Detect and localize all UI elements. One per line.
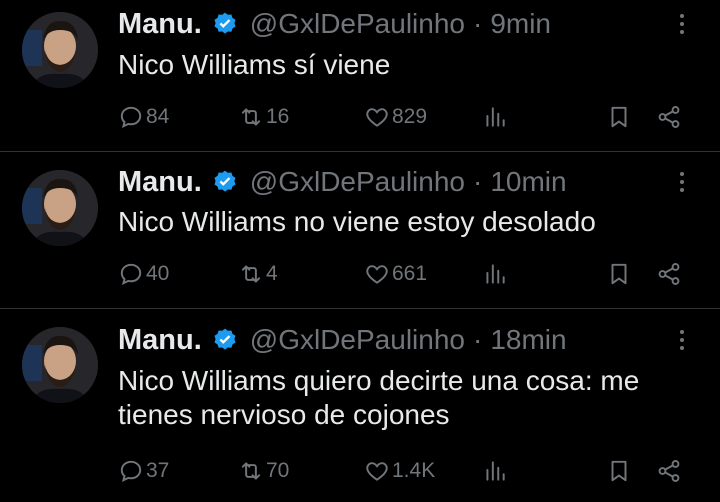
reply-button[interactable]: 84 <box>118 100 169 134</box>
verified-icon <box>212 169 238 195</box>
like-icon <box>366 108 388 127</box>
avatar[interactable] <box>22 327 98 403</box>
tweet-text: Nico Williams no viene estoy desolado <box>118 206 596 237</box>
retweet-count: 16 <box>266 105 290 128</box>
more-icon[interactable] <box>670 322 694 358</box>
tweet-text: Nico Williams sí viene <box>118 49 391 80</box>
retweet-button[interactable]: 70 <box>238 454 289 488</box>
share-icon <box>658 263 680 285</box>
views-button[interactable] <box>482 100 508 134</box>
bookmark-button[interactable] <box>606 454 632 488</box>
separator-dot: · <box>472 8 483 39</box>
share-icon <box>658 106 680 128</box>
timeline-feed: Manu. @GxlDePaulinho · 9min Nico William… <box>0 0 720 502</box>
share-button[interactable] <box>656 454 682 488</box>
reply-icon <box>120 106 142 128</box>
more-icon[interactable] <box>670 6 694 42</box>
share-button[interactable] <box>656 257 682 291</box>
share-icon <box>658 460 680 482</box>
like-button[interactable]: 1.4K <box>364 454 435 488</box>
avatar-image <box>22 12 98 88</box>
reply-icon <box>120 460 142 482</box>
views-icon <box>486 461 505 481</box>
like-button[interactable]: 829 <box>364 100 427 134</box>
bookmark-button[interactable] <box>606 100 632 134</box>
tweet[interactable]: Manu. @GxlDePaulinho · 9min Nico William… <box>0 0 720 150</box>
action-bar: 37 70 1.4K <box>118 454 688 488</box>
views-button[interactable] <box>482 454 508 488</box>
tweet[interactable]: Manu. @GxlDePaulinho · 18min Nico Willia… <box>0 309 720 502</box>
timestamp[interactable]: 9min <box>490 8 551 40</box>
avatar-image <box>22 170 98 246</box>
tweet-header: Manu. @GxlDePaulinho · 9min <box>118 6 551 42</box>
bookmark-icon <box>611 106 627 128</box>
separator-dot: · <box>472 166 483 197</box>
author-name[interactable]: Manu. <box>118 8 202 41</box>
reply-button[interactable]: 40 <box>118 257 169 291</box>
views-icon <box>486 107 505 127</box>
views-icon <box>486 264 505 284</box>
share-button[interactable] <box>656 100 682 134</box>
avatar[interactable] <box>22 170 98 246</box>
avatar-image <box>22 327 98 403</box>
verified-icon <box>212 11 238 37</box>
action-bar: 40 4 661 <box>118 257 688 291</box>
reply-count: 84 <box>146 105 170 128</box>
retweet-count: 4 <box>266 262 278 285</box>
retweet-icon <box>241 108 261 126</box>
like-icon <box>366 462 388 481</box>
like-count: 829 <box>392 105 428 128</box>
author-name[interactable]: Manu. <box>118 166 202 199</box>
timestamp[interactable]: 18min <box>490 324 566 356</box>
action-bar: 84 16 829 <box>118 100 688 134</box>
retweet-icon <box>241 462 261 480</box>
bookmark-icon <box>611 460 627 482</box>
verified-icon <box>212 327 238 353</box>
reply-icon <box>120 263 142 285</box>
avatar[interactable] <box>22 12 98 88</box>
like-count: 661 <box>392 262 428 285</box>
tweet-header: Manu. @GxlDePaulinho · 10min <box>118 164 567 200</box>
retweet-button[interactable]: 16 <box>238 100 289 134</box>
author-handle[interactable]: @GxlDePaulinho <box>250 8 465 40</box>
separator-dot: · <box>472 324 483 355</box>
like-button[interactable]: 661 <box>364 257 427 291</box>
retweet-count: 70 <box>266 459 290 482</box>
tweet[interactable]: Manu. @GxlDePaulinho · 10min Nico Willia… <box>0 152 720 307</box>
more-icon[interactable] <box>670 164 694 200</box>
author-handle[interactable]: @GxlDePaulinho <box>250 324 465 356</box>
like-icon <box>366 265 388 284</box>
reply-count: 40 <box>146 262 170 285</box>
author-name[interactable]: Manu. <box>118 324 202 357</box>
bookmark-button[interactable] <box>606 257 632 291</box>
tweet-header: Manu. @GxlDePaulinho · 18min <box>118 322 567 358</box>
retweet-icon <box>241 265 261 283</box>
bookmark-icon <box>611 263 627 285</box>
views-button[interactable] <box>482 257 508 291</box>
reply-count: 37 <box>146 459 170 482</box>
reply-button[interactable]: 37 <box>118 454 169 488</box>
retweet-button[interactable]: 4 <box>238 257 278 291</box>
tweet-text: Nico Williams quiero decirte una cosa: m… <box>118 365 640 430</box>
like-count: 1.4K <box>392 459 436 482</box>
author-handle[interactable]: @GxlDePaulinho <box>250 166 465 198</box>
timestamp[interactable]: 10min <box>490 166 566 198</box>
